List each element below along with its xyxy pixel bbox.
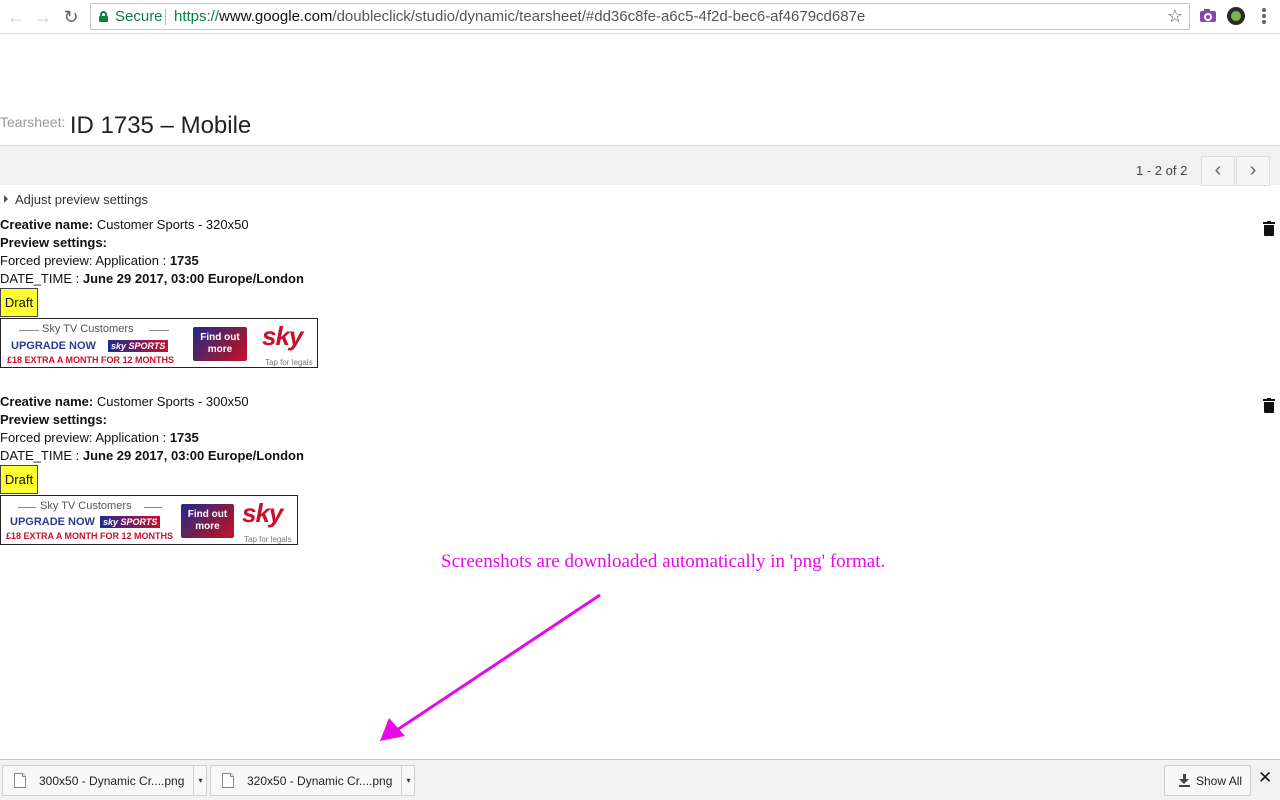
forced-preview-value: 1735 — [169, 430, 199, 445]
ad-rule-left — [18, 507, 36, 508]
browser-menu-icon[interactable] — [1262, 8, 1266, 26]
download-item[interactable]: 300x50 - Dynamic Cr....png ▾ — [2, 765, 207, 796]
download-item-label: 320x50 - Dynamic Cr....png — [247, 774, 393, 788]
ad-find-out-more-button[interactable]: Find out more — [181, 504, 234, 538]
download-options-caret-icon[interactable]: ▾ — [401, 766, 415, 795]
browser-toolbar: ← → ↻ Secure https://www.google.com/doub… — [0, 0, 1280, 34]
adjust-preview-settings-label: Adjust preview settings — [15, 192, 148, 207]
creative-name-line: Creative name: Customer Sports - 300x50 — [0, 394, 249, 409]
ad-sports-tag: sky SPORTS — [100, 516, 161, 528]
creative-name-value: Customer Sports - 320x50 — [96, 217, 249, 232]
datetime-line: DATE_TIME : June 29 2017, 03:00 Europe/L… — [0, 448, 304, 463]
url-path: /doubleclick/studio/dynamic/tearsheet/#d… — [332, 8, 866, 25]
address-bar[interactable]: Secure https://www.google.com/doubleclic… — [90, 3, 1190, 30]
extension-icon[interactable] — [1227, 7, 1245, 25]
delete-trash-icon[interactable] — [1263, 221, 1275, 236]
ad-find-out-more-button[interactable]: Find out more — [193, 327, 247, 361]
bookmark-star-icon[interactable]: ☆ — [1167, 6, 1183, 27]
ad-legals-link[interactable]: Tap for legals — [244, 535, 292, 544]
close-shelf-icon[interactable]: ✕ — [1258, 768, 1272, 788]
url-text[interactable]: https://www.google.com/doubleclick/studi… — [174, 8, 865, 25]
download-item-label: 300x50 - Dynamic Cr....png — [39, 774, 185, 788]
preview-settings-label: Preview settings: — [0, 235, 107, 250]
download-shelf: 300x50 - Dynamic Cr....png ▾ 320x50 - Dy… — [0, 759, 1280, 800]
expand-triangle-icon — [4, 195, 8, 203]
back-button[interactable]: ← — [6, 7, 26, 27]
preview-settings-text: Preview settings: — [0, 412, 107, 427]
datetime-value: June 29 2017, 03:00 Europe/London — [82, 448, 304, 463]
prev-page-button[interactable]: ‹ — [1201, 156, 1235, 186]
creative-name-value: Customer Sports - 300x50 — [96, 394, 249, 409]
ad-extra-text: £18 EXTRA A MONTH FOR 12 MONTHS — [6, 531, 174, 541]
secure-label: Secure — [115, 8, 163, 25]
delete-trash-icon[interactable] — [1263, 398, 1275, 413]
download-icon — [1179, 774, 1190, 787]
url-scheme: https:// — [174, 8, 220, 25]
creative-name-label: Creative name: — [0, 217, 94, 232]
annotation-text: Screenshots are downloaded automatically… — [441, 551, 886, 572]
show-all-label: Show All — [1196, 774, 1243, 788]
draft-status-badge: Draft — [0, 465, 38, 494]
forward-button[interactable]: → — [33, 7, 53, 27]
forced-preview-line: Forced preview: Application : 1735 — [0, 430, 199, 445]
creative-name-label: Creative name: — [0, 394, 94, 409]
ad-sports-tag: sky SPORTS — [108, 340, 169, 352]
sky-logo: sky — [262, 321, 303, 351]
pager-toolbar: 1 - 2 of 2 ‹ › — [0, 145, 1280, 186]
ad-legals-link[interactable]: Tap for legals — [265, 358, 313, 367]
forced-preview-value: 1735 — [169, 253, 199, 268]
omnibox-divider — [165, 9, 166, 25]
ad-upgrade-text: UPGRADE NOW — [11, 340, 96, 352]
file-icon — [222, 773, 234, 788]
pager-label: 1 - 2 of 2 — [1136, 163, 1188, 178]
forced-preview-line: Forced preview: Application : 1735 — [0, 253, 199, 268]
page-title: Tearsheet: ID 1735 – Mobile — [0, 112, 251, 140]
download-options-caret-icon[interactable]: ▾ — [193, 766, 207, 795]
creative-name-line: Creative name: Customer Sports - 320x50 — [0, 217, 249, 232]
preview-settings-text: Preview settings: — [0, 235, 107, 250]
ad-preview-320x50[interactable]: Sky TV Customers UPGRADE NOW sky SPORTS … — [0, 318, 318, 368]
show-all-downloads-button[interactable]: Show All — [1164, 765, 1251, 796]
next-page-button[interactable]: › — [1236, 156, 1270, 186]
title-text: ID 1735 – Mobile — [69, 112, 252, 139]
datetime-value: June 29 2017, 03:00 Europe/London — [82, 271, 304, 286]
ad-extra-text: £18 EXTRA A MONTH FOR 12 MONTHS — [7, 355, 175, 365]
datetime-label: DATE_TIME : — [0, 448, 80, 463]
reload-button[interactable]: ↻ — [61, 7, 81, 27]
camera-extension-icon[interactable] — [1199, 7, 1217, 25]
lock-icon — [99, 11, 108, 22]
ad-rule-right — [149, 330, 169, 331]
file-icon — [14, 773, 26, 788]
ad-headline: Sky TV Customers — [40, 500, 132, 512]
datetime-line: DATE_TIME : June 29 2017, 03:00 Europe/L… — [0, 271, 304, 286]
sky-logo: sky — [242, 498, 283, 528]
draft-status-badge: Draft — [0, 288, 38, 317]
forced-preview-label: Forced preview: Application : — [0, 253, 167, 268]
preview-settings-label: Preview settings: — [0, 412, 107, 427]
annotation-arrow-icon — [380, 593, 601, 741]
ad-headline: Sky TV Customers — [42, 323, 134, 335]
adjust-preview-settings-toggle[interactable]: Adjust preview settings — [4, 192, 148, 207]
ad-preview-300x50[interactable]: Sky TV Customers UPGRADE NOW sky SPORTS … — [0, 495, 298, 545]
url-host: www.google.com — [219, 8, 333, 25]
ad-upgrade-text: UPGRADE NOW — [10, 516, 95, 528]
ad-rule-left — [19, 330, 39, 331]
ad-rule-right — [144, 507, 162, 508]
datetime-label: DATE_TIME : — [0, 271, 80, 286]
forced-preview-label: Forced preview: Application : — [0, 430, 167, 445]
title-prefix: Tearsheet: — [0, 114, 66, 130]
download-item[interactable]: 320x50 - Dynamic Cr....png ▾ — [210, 765, 415, 796]
